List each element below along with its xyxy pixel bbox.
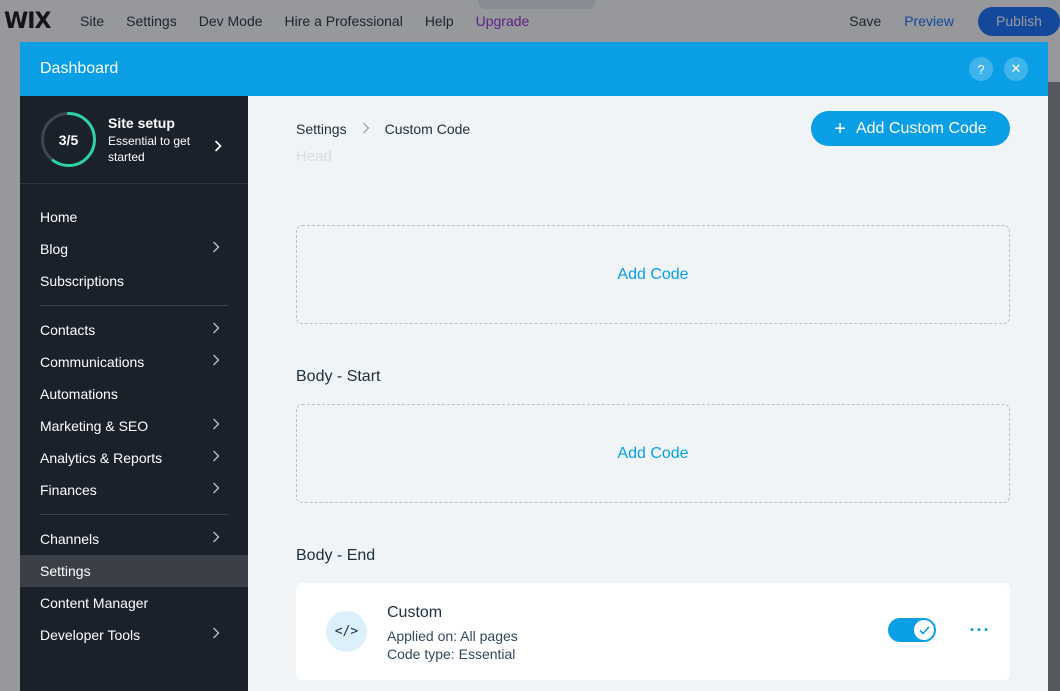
custom-code-page: Settings Custom Code + Add Custom Code H… [248, 96, 1048, 691]
site-setup-card[interactable]: 3/5 Site setup Essential to get started [20, 96, 248, 184]
setup-progress-text: 3/5 [58, 131, 79, 148]
sidebar-item-label: Subscriptions [40, 273, 125, 289]
plus-icon: + [834, 117, 846, 140]
add-custom-code-button[interactable]: + Add Custom Code [811, 111, 1010, 146]
breadcrumb: Settings Custom Code [296, 121, 470, 137]
head-add-code-box[interactable]: Add Code [296, 225, 1010, 324]
setup-progress-ring: 3/5 [40, 111, 97, 168]
sidebar-item-label: Communications [40, 354, 145, 370]
code-icon: </> [326, 611, 367, 652]
sidebar-item-finances[interactable]: Finances [20, 474, 248, 506]
sidebar-item-label: Settings [40, 563, 91, 579]
sidebar-item-label: Automations [40, 386, 118, 402]
sidebar-item-label: Home [40, 209, 78, 225]
help-icon[interactable]: ? [969, 57, 993, 81]
body-start-add-code-link[interactable]: Add Code [617, 445, 688, 463]
code-type: Code type: Essential [387, 646, 516, 662]
sidebar-item-contacts[interactable]: Contacts [20, 314, 248, 346]
sidebar-item-automations[interactable]: Automations [20, 378, 248, 410]
breadcrumb-current: Custom Code [384, 121, 471, 137]
sidebar-item-marketing-and-seo[interactable]: Marketing & SEO [20, 410, 248, 442]
sidebar-item-label: Developer Tools [40, 627, 141, 643]
code-applied-on: Applied on: All pages [387, 628, 518, 644]
chevron-right-icon [212, 531, 222, 545]
sidebar-item-label: Blog [40, 241, 69, 257]
body-start-add-code-box[interactable]: Add Code [296, 404, 1010, 503]
dashboard-header: Dashboard ? ✕ [20, 42, 1048, 96]
dashboard-modal: Dashboard ? ✕ 3/5 Site setup Essential t… [20, 42, 1048, 691]
chevron-right-icon [212, 482, 222, 496]
chevron-right-icon [212, 322, 222, 336]
chevron-right-icon [212, 627, 222, 641]
code-name: Custom [387, 604, 443, 621]
head-section-title: Head [296, 148, 332, 165]
sidebar-item-subscriptions[interactable]: Subscriptions [20, 265, 248, 297]
more-actions-icon[interactable]: ··· [968, 620, 992, 640]
body-end-section-title: Body - End [296, 547, 376, 564]
sidebar-item-content-manager[interactable]: Content Manager [20, 587, 248, 619]
dashboard-sidebar: 3/5 Site setup Essential to get started … [20, 96, 248, 691]
add-custom-code-label: Add Custom Code [855, 119, 987, 137]
custom-code-card: </> Custom Applied on: All pages Code ty… [296, 583, 1010, 680]
code-enabled-toggle[interactable] [888, 618, 936, 642]
chevron-right-icon [362, 121, 370, 137]
setup-subtitle: Essential to get started [108, 133, 191, 164]
dashboard-title: Dashboard [40, 60, 119, 77]
breadcrumb-settings[interactable]: Settings [296, 121, 347, 137]
sidebar-item-label: Finances [40, 482, 97, 498]
sidebar-item-channels[interactable]: Channels [20, 523, 248, 555]
chevron-right-icon [212, 354, 222, 368]
setup-title: Site setup [108, 114, 175, 131]
sidebar-nav: Home Blog Subscriptions Contacts Communicati… [20, 184, 248, 651]
body-start-section-title: Body - Start [296, 368, 381, 385]
chevron-right-icon [214, 140, 222, 155]
sidebar-item-label: Contacts [40, 322, 96, 338]
sidebar-item-label: Content Manager [40, 595, 149, 611]
sidebar-item-label: Analytics & Reports [40, 450, 163, 466]
close-icon[interactable]: ✕ [1004, 57, 1028, 81]
chevron-right-icon [212, 418, 222, 432]
chevron-right-icon [212, 450, 222, 464]
sidebar-divider [40, 305, 228, 306]
sidebar-item-developer-tools[interactable]: Developer Tools [20, 619, 248, 651]
sidebar-item-label: Marketing & SEO [40, 418, 149, 434]
sidebar-item-home[interactable]: Home [20, 201, 248, 233]
checkmark-icon [914, 620, 934, 640]
sidebar-item-analytics-and-reports[interactable]: Analytics & Reports [20, 442, 248, 474]
sidebar-item-label: Channels [40, 531, 100, 547]
head-add-code-link[interactable]: Add Code [617, 266, 688, 284]
sidebar-item-communications[interactable]: Communications [20, 346, 248, 378]
sidebar-item-settings[interactable]: Settings [20, 555, 248, 587]
chevron-right-icon [212, 241, 222, 255]
sidebar-item-blog[interactable]: Blog [20, 233, 248, 265]
sidebar-divider [40, 514, 228, 515]
